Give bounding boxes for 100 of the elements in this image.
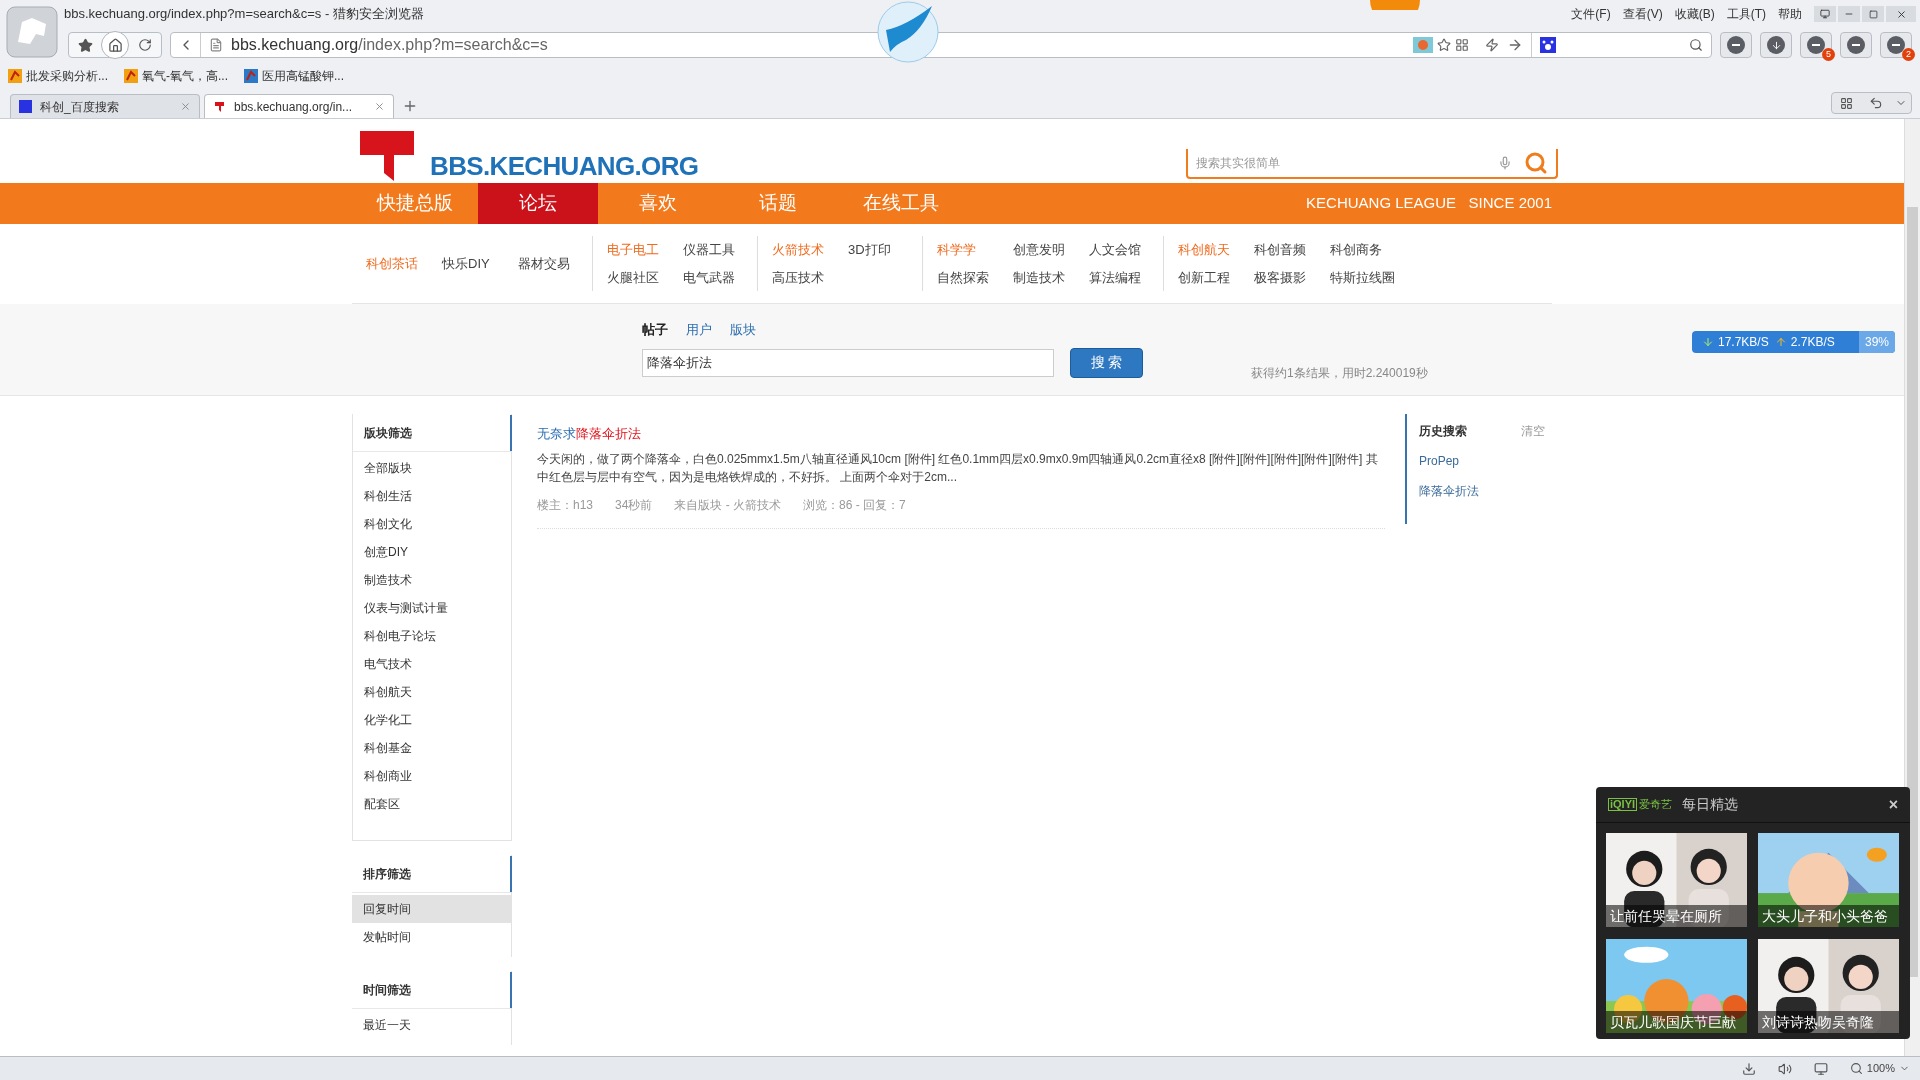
search-input[interactable]: 降落伞折法	[642, 348, 1054, 377]
filter-item[interactable]: 科创基金	[353, 734, 511, 762]
volume-icon[interactable]	[1777, 1061, 1792, 1076]
subnav-link[interactable]: 创意发明	[1013, 240, 1073, 260]
section-marker	[510, 855, 512, 892]
download-button[interactable]	[1760, 32, 1792, 58]
menu-item[interactable]: 查看(V)	[1622, 5, 1663, 23]
filter-item[interactable]: 制造技术	[353, 566, 511, 594]
video-caption: 大头儿子和小头爸爸	[1758, 905, 1899, 927]
filter-heading: 时间筛选	[363, 981, 412, 999]
filter-heading: 版块筛选	[364, 424, 413, 442]
result-excerpt: 今天闲的，做了两个降落伞，白色0.025mmx1.5m八轴直径通风10cm [附件] 红色0.1mm四层x0.9mx0.9m四轴通风0.2cm直径x8 [附件][附件][附件][附件][附件] 其中红色层与层中有空气，因为是电烙铁焊成的，不好拆。 上面两个伞对于2cm...	[537, 450, 1379, 486]
author-text: 楼主：h13	[537, 496, 594, 514]
filter-item[interactable]: 创意DIY	[353, 538, 511, 566]
close-button[interactable]: ×	[1888, 796, 1898, 813]
filter-item[interactable]: 科创电子论坛	[353, 622, 511, 650]
search-icon[interactable]	[1524, 151, 1548, 175]
video-thumbnail[interactable]: 让前任哭晕在厕所	[1606, 833, 1747, 927]
filter-item[interactable]: 科创生活	[353, 482, 511, 510]
video-thumbnail[interactable]: 大头儿子和小头爸爸	[1758, 833, 1899, 927]
close-tab-icon[interactable]	[374, 101, 385, 112]
subnav-link[interactable]: 科创商务	[1330, 240, 1390, 260]
window-title: bbs.kechuang.org/index.php?m=search&c=s - 猎豹安全浏览器	[64, 5, 424, 24]
brand-name: 爱奇艺	[1639, 797, 1673, 813]
menu-item[interactable]: 收藏(B)	[1674, 5, 1715, 23]
filter-heading: 排序筛选	[363, 865, 412, 883]
grid-icon[interactable]	[1840, 96, 1853, 110]
bookmark-link[interactable]: 医用高锰酸钾...	[262, 67, 345, 85]
more-button[interactable]: 2	[1880, 32, 1912, 58]
video-caption: 让前任哭晕在厕所	[1606, 905, 1747, 927]
subnav-link[interactable]: 3D打印	[848, 240, 908, 260]
subnav-link[interactable]: 极客摄影	[1254, 267, 1314, 287]
tv-button[interactable]	[1840, 32, 1872, 58]
result-title-link[interactable]: 无奈求降落伞折法	[537, 424, 1385, 444]
subnav-link[interactable]: 高压技术	[772, 267, 832, 287]
subnav-link[interactable]: 火腿社区	[607, 267, 667, 287]
filter-item[interactable]: 科创文化	[353, 510, 511, 538]
scrollbar[interactable]	[1904, 119, 1920, 1056]
search-button[interactable]: 搜 索	[1070, 347, 1143, 378]
filter-item[interactable]: 发帖时间	[352, 923, 511, 951]
home-button[interactable]	[101, 31, 129, 59]
subnav-link[interactable]: 算法编程	[1089, 267, 1149, 287]
menu-item[interactable]: 文件(F)	[1571, 5, 1611, 23]
undo-icon[interactable]	[1869, 96, 1883, 110]
history-link[interactable]: ProPep	[1419, 452, 1545, 470]
download-icon[interactable]	[1741, 1061, 1756, 1076]
download-icon	[1770, 39, 1782, 51]
subnav-link[interactable]: 快乐DIY	[442, 253, 502, 274]
subnav-link[interactable]: 仪器工具	[683, 240, 743, 260]
monitor-icon	[1820, 9, 1830, 19]
subnav-link[interactable]: 制造技术	[1013, 267, 1073, 287]
filter-item[interactable]: 配套区	[353, 790, 511, 818]
menu-item[interactable]: 工具(T)	[1726, 5, 1766, 23]
home-icon	[107, 37, 123, 53]
subnav-link[interactable]: 电气武器	[683, 267, 743, 287]
video-thumbnail[interactable]: 刘诗诗热吻吴奇隆	[1758, 939, 1899, 1033]
filter-item[interactable]: 科创航天	[353, 678, 511, 706]
filter-item[interactable]: 科创商业	[353, 762, 511, 790]
zoom-icon[interactable]	[1849, 1062, 1863, 1075]
brand-logo: iQIYI	[1608, 798, 1638, 811]
bookmark-link[interactable]: 批发采购分析...	[26, 67, 108, 85]
history-link[interactable]: 降落伞折法	[1419, 482, 1545, 500]
k-button[interactable]	[1720, 32, 1752, 58]
bookmark-icon	[244, 69, 258, 83]
filter-item[interactable]: 最近一天	[352, 1011, 511, 1039]
microphone-icon[interactable]	[1498, 156, 1512, 170]
video-thumbnail[interactable]: 贝瓦儿歌国庆节巨献	[1606, 939, 1747, 1033]
search-tab[interactable]: 版块	[730, 320, 756, 340]
subnav-link[interactable]: 器材交易	[518, 253, 578, 274]
filter-item[interactable]: 电气技术	[353, 650, 511, 678]
board-text: 来自版块 - 火箭技术	[674, 496, 782, 514]
filter-item[interactable]: 化学化工	[353, 706, 511, 734]
bookmark-link[interactable]: 氧气-氧气，高...	[142, 67, 228, 85]
filter-item[interactable]: 回复时间	[352, 895, 511, 923]
download-speed: 17.7KB/S	[1718, 334, 1769, 351]
new-tab-icon[interactable]	[402, 98, 418, 114]
game-button[interactable]: 5	[1800, 32, 1832, 58]
notification-badge: 5	[1822, 48, 1835, 61]
browser-tab[interactable]: 科创_百度搜索	[10, 94, 200, 118]
zoom-level[interactable]: 100%	[1866, 1060, 1895, 1077]
window-icon[interactable]	[1813, 1061, 1828, 1076]
filter-item[interactable]: 仪表与测试计量	[353, 594, 511, 622]
section-marker	[510, 971, 512, 1008]
nav-tab[interactable]: 论坛	[478, 183, 598, 224]
subnav-link[interactable]: 科创音频	[1254, 240, 1314, 260]
history-heading: 历史搜索	[1419, 423, 1467, 440]
filter-item[interactable]: 全部版块	[353, 454, 511, 482]
flag-icon	[8, 69, 22, 83]
stats-text: 浏览：86 - 回复：7	[803, 496, 906, 514]
search-tab[interactable]: 用户	[686, 320, 712, 340]
flag-icon	[124, 69, 138, 83]
section-marker	[510, 414, 512, 451]
menu-item[interactable]: 帮助	[1778, 5, 1802, 23]
time-text: 34秒前	[615, 496, 653, 514]
search-tab[interactable]: 帖子	[642, 320, 668, 340]
subnav-link[interactable]: 自然探索	[937, 267, 997, 287]
subnav-link[interactable]: 创新工程	[1178, 267, 1238, 287]
skin-button[interactable]	[1814, 6, 1836, 22]
browser-tab[interactable]: bbs.kechuang.org/in...	[204, 94, 394, 118]
subnav-link[interactable]: 人文会馆	[1089, 240, 1149, 260]
